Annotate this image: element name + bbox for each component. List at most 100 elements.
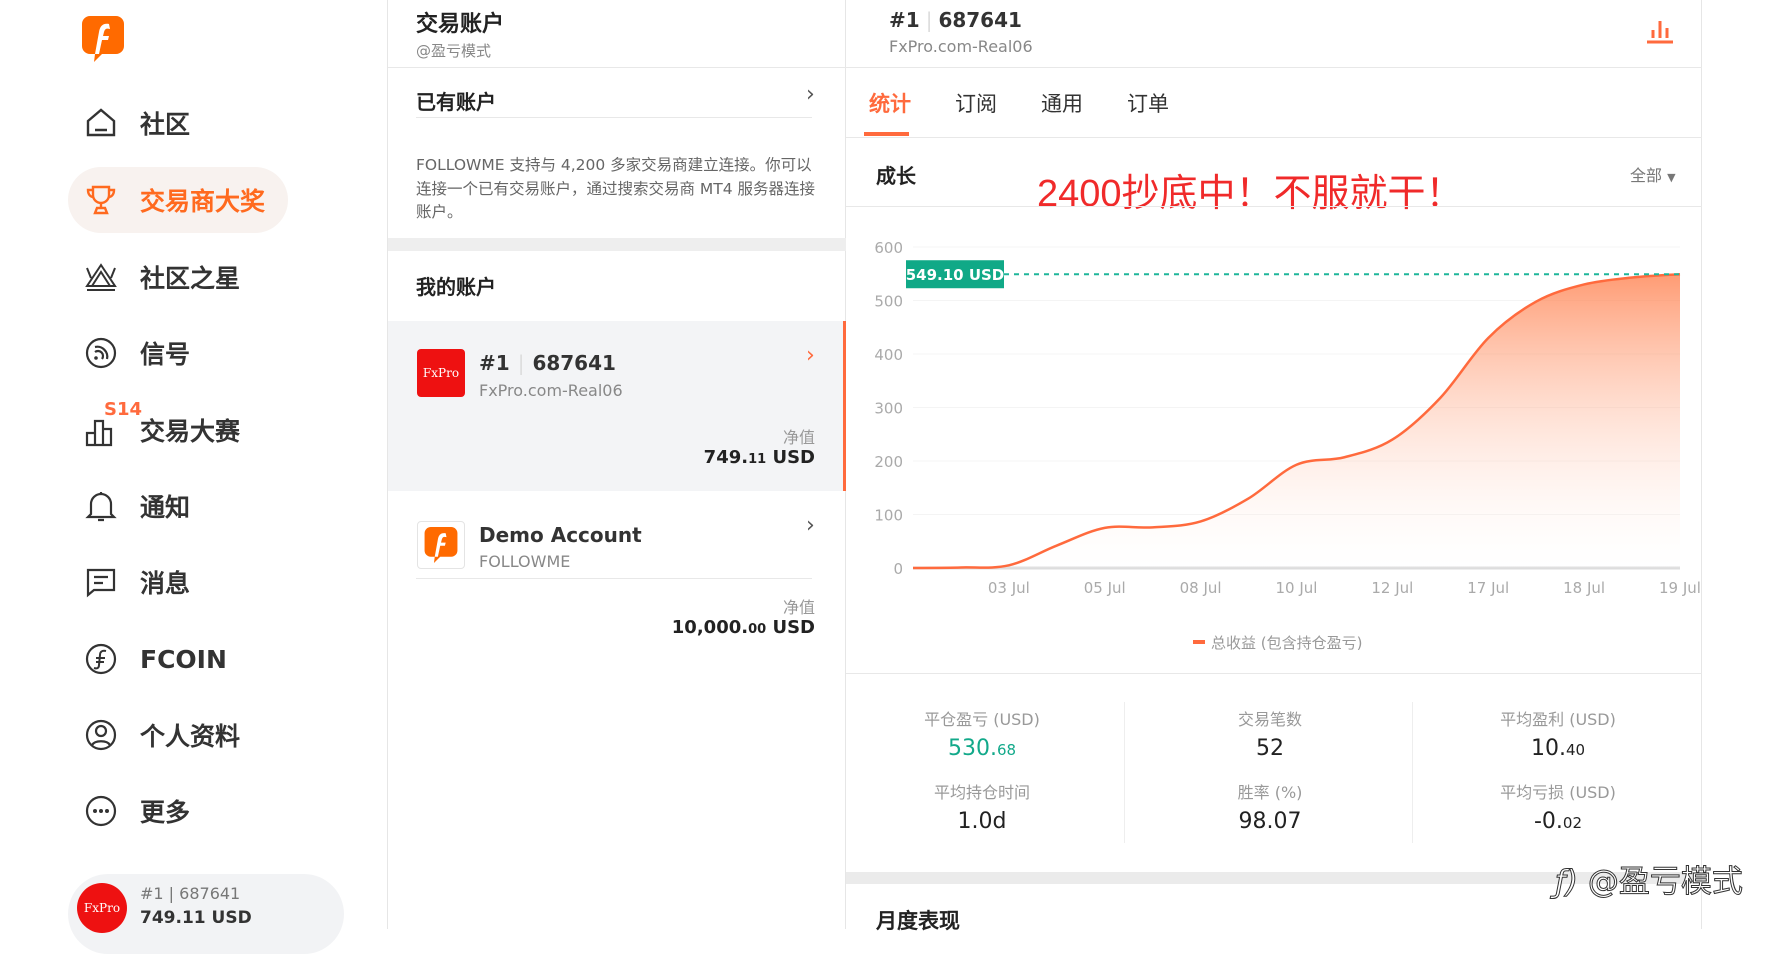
divider [846, 137, 1702, 138]
section-separator [388, 238, 846, 251]
sidebar-item-4[interactable]: 交易大赛 S14 [68, 397, 288, 463]
account-server: FxPro.com-Real06 [479, 381, 623, 400]
stat-label: 平均盈利 (USD) [1500, 710, 1616, 729]
sidebar-item-label: 个人资料 [140, 722, 241, 751]
account-server: FxPro.com-Real06 [889, 37, 1033, 56]
stat-label: 平均持仓时间 [933, 783, 1030, 802]
growth-heading: 成长 [876, 164, 916, 188]
sidebar-item-label: FCOIN [140, 644, 227, 674]
divider [416, 578, 812, 579]
account-equity: 749.11 USD [140, 908, 252, 928]
tab-subscriptions[interactable]: 订阅 [955, 88, 997, 118]
sidebar-item-label: 消息 [140, 569, 191, 598]
sidebar-item-label: 通知 [140, 493, 191, 522]
current-account-pill[interactable]: FxPro #1 | 687641 749.11 USD [68, 874, 344, 954]
divider [846, 673, 1702, 674]
account-server: FOLLOWME [479, 552, 571, 571]
sidebar-item-1[interactable]: 交易商大奖 [68, 167, 288, 233]
x-tick-label: 12 Jul [1371, 579, 1413, 597]
y-tick-label: 600 [874, 239, 903, 257]
stat-value: 1.0d [957, 809, 1007, 834]
y-tick-label: 500 [874, 293, 903, 311]
y-tick-label: 100 [874, 507, 903, 525]
fxpro-avatar: FxPro [77, 883, 127, 933]
tab-general[interactable]: 通用 [1041, 88, 1083, 118]
trading-accounts-panel: 交易账户 @盈亏模式 已有账户 › FOLLOWME 支持与 4,200 多家交… [388, 0, 846, 929]
fcoin-icon [84, 642, 118, 676]
active-tab-indicator [864, 132, 909, 136]
account-number: #1 [889, 8, 920, 32]
sidebar-item-3[interactable]: 信号 [68, 320, 288, 386]
followme-logo [417, 521, 465, 569]
chevron-right-icon: › [806, 343, 815, 368]
equity-value: 749.11 USD [703, 447, 815, 468]
caret-down-icon: ▼ [1667, 171, 1676, 184]
equity-value: 10,000.00 USD [671, 617, 815, 638]
sidebar: 社区交易商大奖社区之星信号交易大赛 S14 通知消息 FCOIN 个人资料更多 FxPr… [0, 0, 388, 954]
stat-label: 交易笔数 [1237, 710, 1302, 729]
stat-item: 胜率 (%) 98.07 [1140, 779, 1400, 834]
account-id: 687641 [532, 351, 616, 375]
x-tick-label: 05 Jul [1084, 579, 1126, 597]
message-icon [84, 565, 118, 599]
x-tick-label: 08 Jul [1180, 579, 1222, 597]
home-icon [84, 106, 118, 140]
stat-item: 交易笔数 52 [1140, 706, 1400, 761]
stat-item: 平均盈利 (USD) 10.40 [1428, 706, 1688, 761]
y-tick-label: 400 [874, 346, 903, 364]
x-tick-label: 10 Jul [1276, 579, 1318, 597]
sidebar-item-7[interactable]: FCOIN [68, 626, 288, 692]
divider [846, 67, 1702, 68]
tab-stats[interactable]: 统计 [869, 88, 911, 118]
signal-icon [84, 336, 118, 370]
sidebar-item-8[interactable]: 个人资料 [68, 702, 288, 768]
equity-label: 净值 [782, 428, 815, 447]
my-accounts-heading: 我的账户 [416, 275, 496, 299]
stat-value: 530.68 [947, 736, 1017, 761]
sidebar-item-label: 交易大赛 [140, 417, 241, 446]
sidebar-item-5[interactable]: 通知 [68, 473, 288, 539]
y-tick-label: 300 [874, 400, 903, 418]
existing-account-row[interactable]: 已有账户 › [388, 68, 846, 118]
account-row-fxpro[interactable]: FxPro #1 | 687641 FxPro.com-Real06 › 净值 74… [388, 321, 846, 491]
panel-title: 交易账户 [416, 12, 505, 37]
divider [416, 117, 812, 118]
legend-swatch [1193, 640, 1205, 644]
stat-value: 10.40 [1530, 736, 1586, 761]
x-tick-label: 19 Jul [1659, 579, 1701, 597]
existing-account-label: 已有账户 [416, 90, 496, 114]
sidebar-item-2[interactable]: 社区之星 [68, 244, 288, 310]
range-filter-dropdown[interactable]: 全部 ▼ [1630, 162, 1676, 186]
chevron-right-icon: › [806, 513, 815, 538]
stat-label: 胜率 (%) [1237, 783, 1303, 802]
fxpro-logo: FxPro [417, 349, 465, 397]
profile-icon [84, 718, 118, 752]
chevron-right-icon: › [806, 82, 815, 107]
x-tick-label: 18 Jul [1563, 579, 1605, 597]
y-tick-label: 0 [893, 560, 903, 578]
trophy-icon [84, 183, 118, 217]
account-id: #1 | 687641 [140, 884, 241, 903]
monthly-performance-heading: 月度表现 [876, 909, 960, 933]
tab-orders[interactable]: 订单 [1127, 88, 1169, 118]
sidebar-item-6[interactable]: 消息 [68, 549, 288, 615]
crown-icon [84, 260, 118, 294]
season-badge: S14 [104, 399, 143, 420]
bar-chart-icon[interactable] [1646, 18, 1674, 44]
sidebar-item-label: 更多 [140, 798, 191, 827]
stat-item: 平仓盈亏 (USD) 530.68 [852, 706, 1112, 761]
panel-subtitle: @盈亏模式 [416, 42, 492, 60]
sidebar-item-9[interactable]: 更多 [68, 778, 288, 844]
stat-value: 52 [1256, 736, 1284, 761]
bell-icon [84, 489, 118, 523]
stat-label: 平仓盈亏 (USD) [924, 710, 1040, 729]
series-area [913, 274, 1680, 568]
sidebar-item-label: 社区 [140, 110, 191, 139]
followme-logo[interactable] [82, 16, 124, 62]
sidebar-item-label: 交易商大奖 [140, 187, 266, 216]
sidebar-item-0[interactable]: 社区 [68, 90, 288, 156]
sidebar-item-label: 社区之星 [140, 264, 241, 293]
more-icon [84, 794, 118, 828]
legend-label: 总收益 (包含持仓盈亏) [1211, 634, 1362, 652]
account-row-demo[interactable]: Demo Account FOLLOWME › 净值 10,000.00 USD [388, 491, 846, 641]
